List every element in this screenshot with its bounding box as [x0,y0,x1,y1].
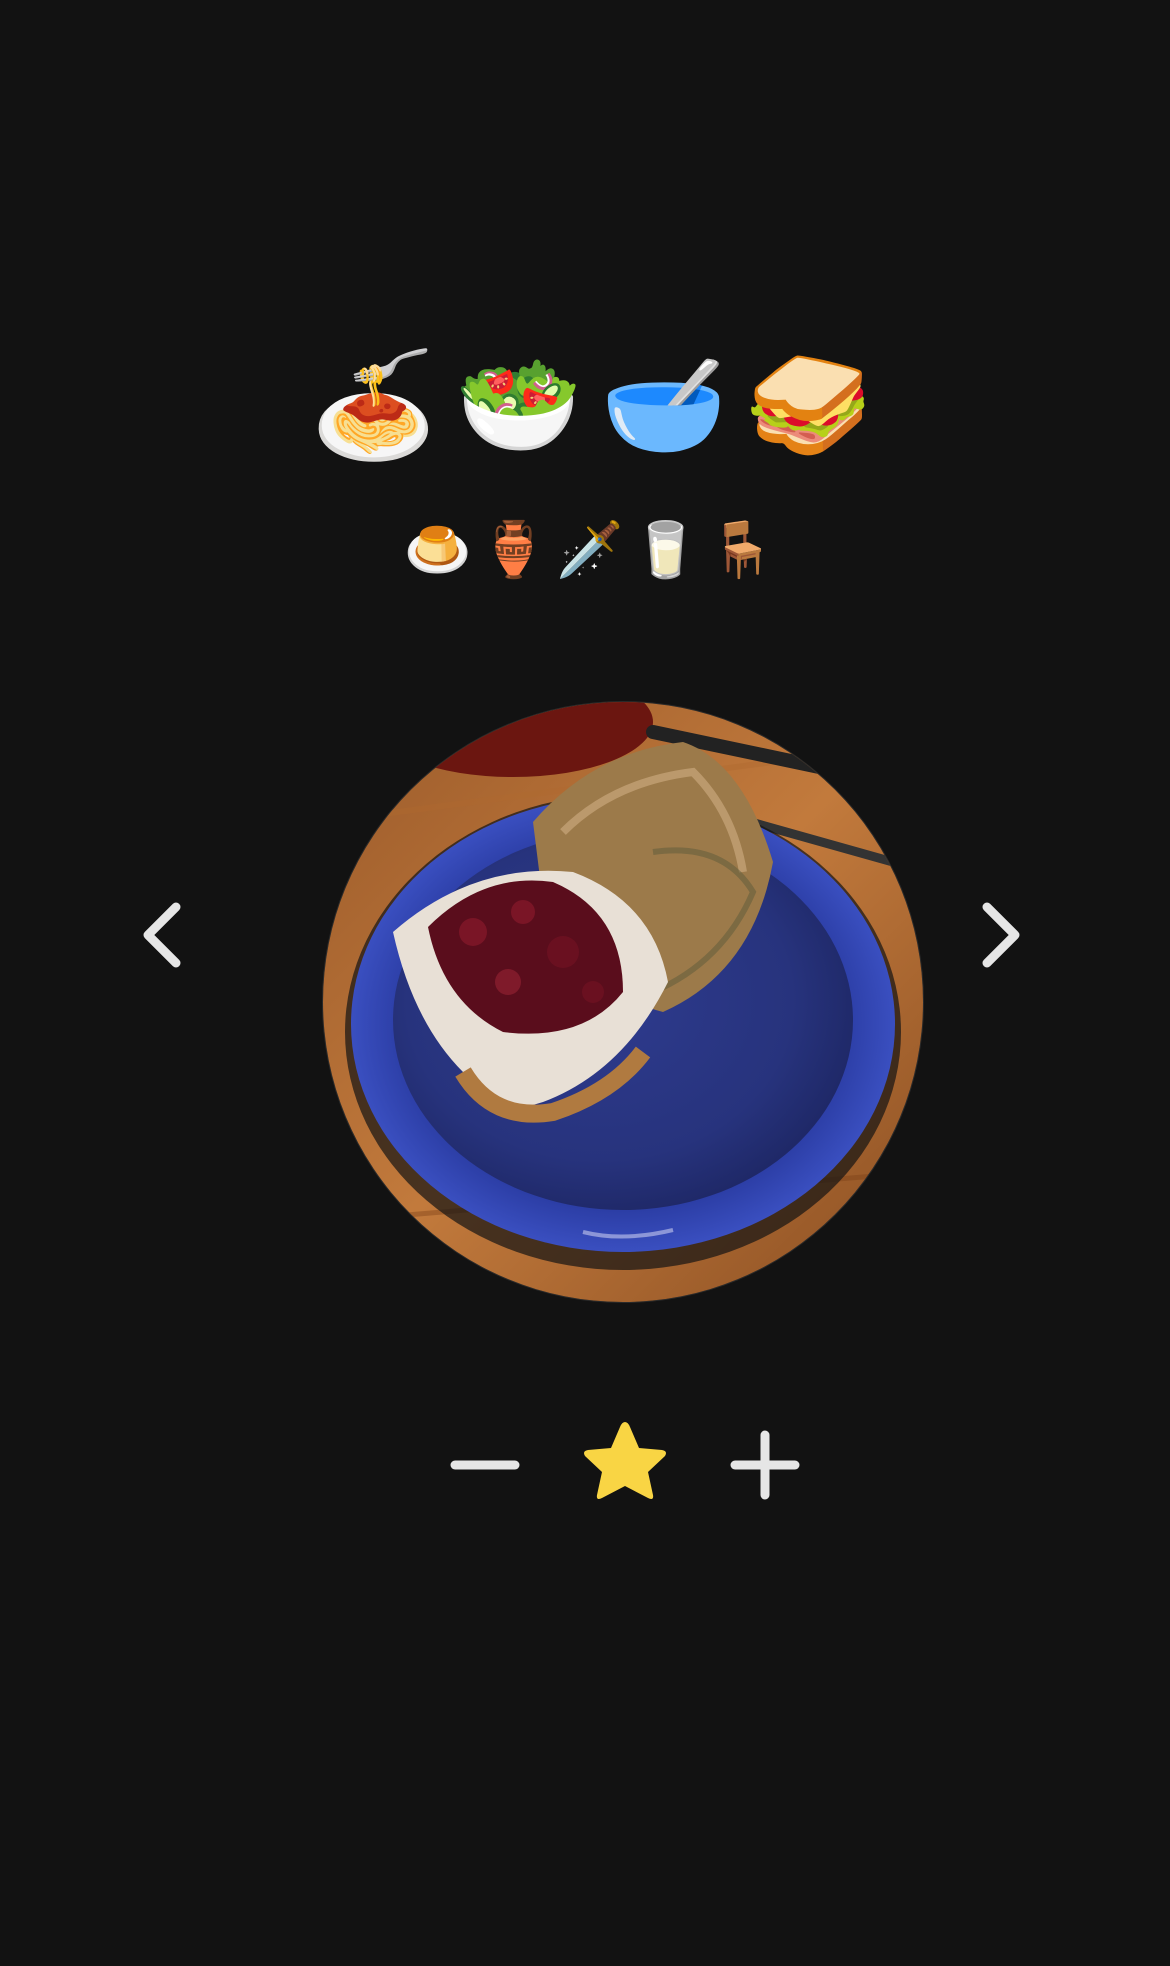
chevron-right-icon [982,902,1020,968]
dagger-icon[interactable]: 🗡️ [556,515,623,585]
salad-icon[interactable]: 🥗 [455,348,582,463]
star-icon [584,1422,666,1499]
bowl-with-spoon-icon[interactable]: 🥣 [600,348,727,463]
amphora-icon[interactable]: 🏺 [480,515,547,585]
food-photo[interactable] [323,702,923,1302]
glass-of-milk-icon[interactable]: 🥛 [632,515,699,585]
decrease-rating-button[interactable] [430,1410,540,1520]
plus-icon [730,1430,800,1500]
plate-of-food-photo [323,702,923,1302]
chair-icon[interactable]: 🪑 [708,515,775,585]
chevron-left-icon [143,902,181,968]
primary-category-row: 🍝 🥗 🥣 🥪 [0,340,1170,470]
sandwich-icon[interactable]: 🥪 [745,348,872,463]
rating-controls [0,1410,1170,1520]
previous-button[interactable] [130,885,200,985]
increase-rating-button[interactable] [710,1410,820,1520]
minus-icon [450,1460,520,1470]
spaghetti-icon[interactable]: 🍝 [310,348,437,463]
next-button[interactable] [963,885,1033,985]
favorite-button[interactable] [570,1410,680,1520]
custard-icon[interactable]: 🍮 [404,515,471,585]
secondary-category-row: 🍮 🏺 🗡️ 🥛 🪑 [0,510,1170,590]
